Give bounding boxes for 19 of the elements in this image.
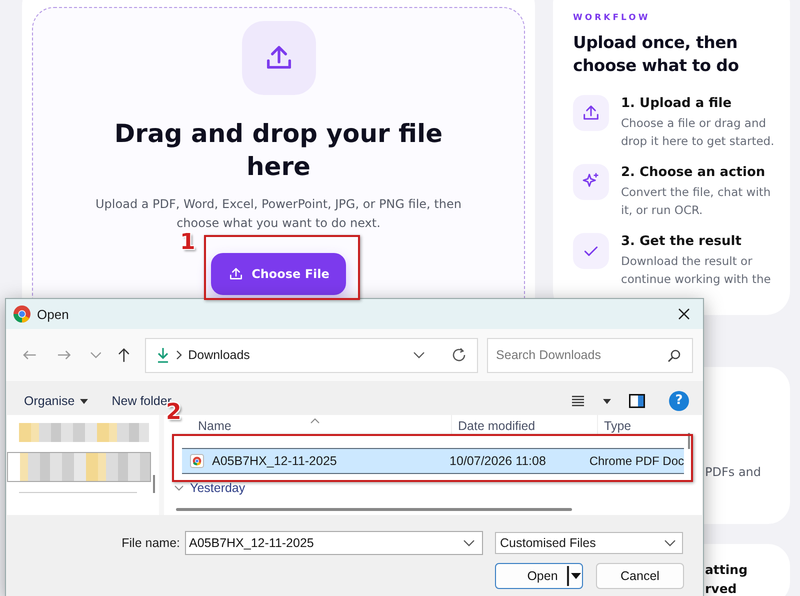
file-date: 10/07/2026 11:08 <box>450 454 547 468</box>
file-name: A05B7HX_12-11-2025 <box>212 454 337 468</box>
dialog-title: Open <box>37 306 69 322</box>
drop-heading: Drag and drop your file here <box>114 118 444 183</box>
card-text: PDFs and <box>705 464 762 481</box>
step-description: Choose a file or drag and drop it here to get started. <box>621 115 776 150</box>
file-name-label: File name: <box>120 536 181 550</box>
file-type: Chrome PDF Doc <box>589 454 684 468</box>
eyebrow-label: WORKFLOW <box>573 13 652 23</box>
step-description: Download the result or continue working with the <box>621 253 772 288</box>
card-title: rved <box>705 580 738 596</box>
card-title: atting <box>705 561 749 579</box>
step-title: 2. Choose an action <box>621 164 766 182</box>
step-title: 1. Upload a file <box>621 95 733 113</box>
step-title: 3. Get the result <box>621 233 742 251</box>
workflow-title: Upload once, then choose what to do <box>573 32 740 77</box>
drop-description: Upload a PDF, Word, Excel, PowerPoint, JPG, or PNG file, then choose what you want to do next. <box>94 196 462 232</box>
step-description: Convert the file, chat with it, or run OCR. <box>621 184 772 219</box>
step-number: 1 <box>180 230 196 256</box>
